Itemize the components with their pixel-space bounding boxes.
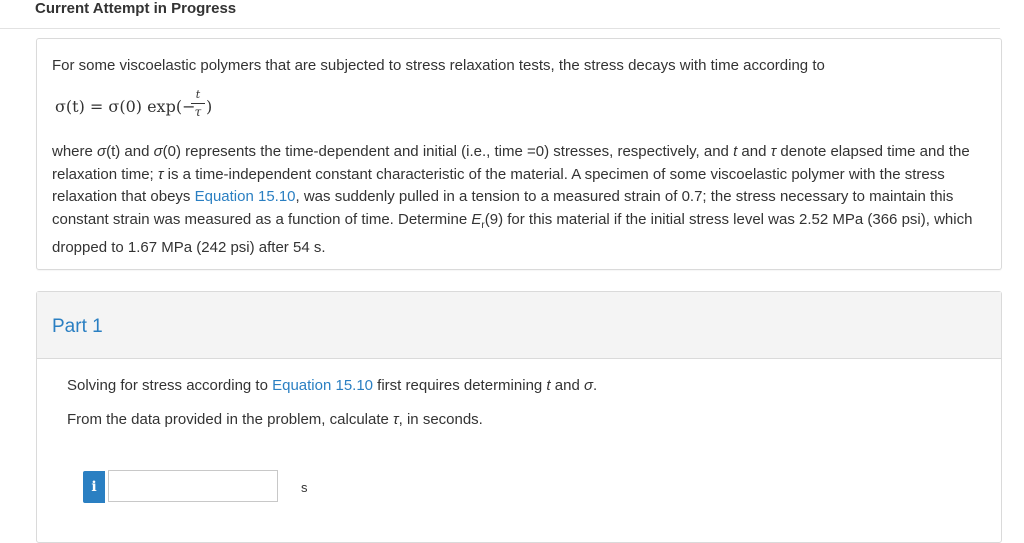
part-instruction-2: From the data provided in the problem, c… xyxy=(67,411,483,428)
part-title: Part 1 xyxy=(52,316,103,337)
formula-lhs: σ(t) = σ(0) exp(− xyxy=(55,97,196,116)
formula-fraction: t τ xyxy=(191,89,205,118)
part-instruction-1: Solving for stress according to Equation… xyxy=(67,377,598,394)
info-icon[interactable]: i xyxy=(83,471,105,503)
answer-input[interactable] xyxy=(108,470,278,502)
formula-numerator: t xyxy=(195,88,201,101)
part-1-card: Part 1 Solving for stress according to E… xyxy=(36,291,1002,543)
formula-close: ) xyxy=(206,97,213,116)
equation-link[interactable]: Equation 15.10 xyxy=(195,188,296,205)
problem-description: where σ(t) and σ(0) represents the time-… xyxy=(52,143,973,256)
part-header: Part 1 xyxy=(37,292,1001,359)
equation-link-part[interactable]: Equation 15.10 xyxy=(272,377,373,394)
page-title: Current Attempt in Progress xyxy=(35,0,237,17)
page-header: Current Attempt in Progress xyxy=(0,0,1000,29)
unit-label: s xyxy=(301,480,308,495)
problem-statement-card: For some viscoelastic polymers that are … xyxy=(36,38,1002,270)
formula-denominator: τ xyxy=(194,105,202,119)
problem-intro: For some viscoelastic polymers that are … xyxy=(52,57,825,74)
